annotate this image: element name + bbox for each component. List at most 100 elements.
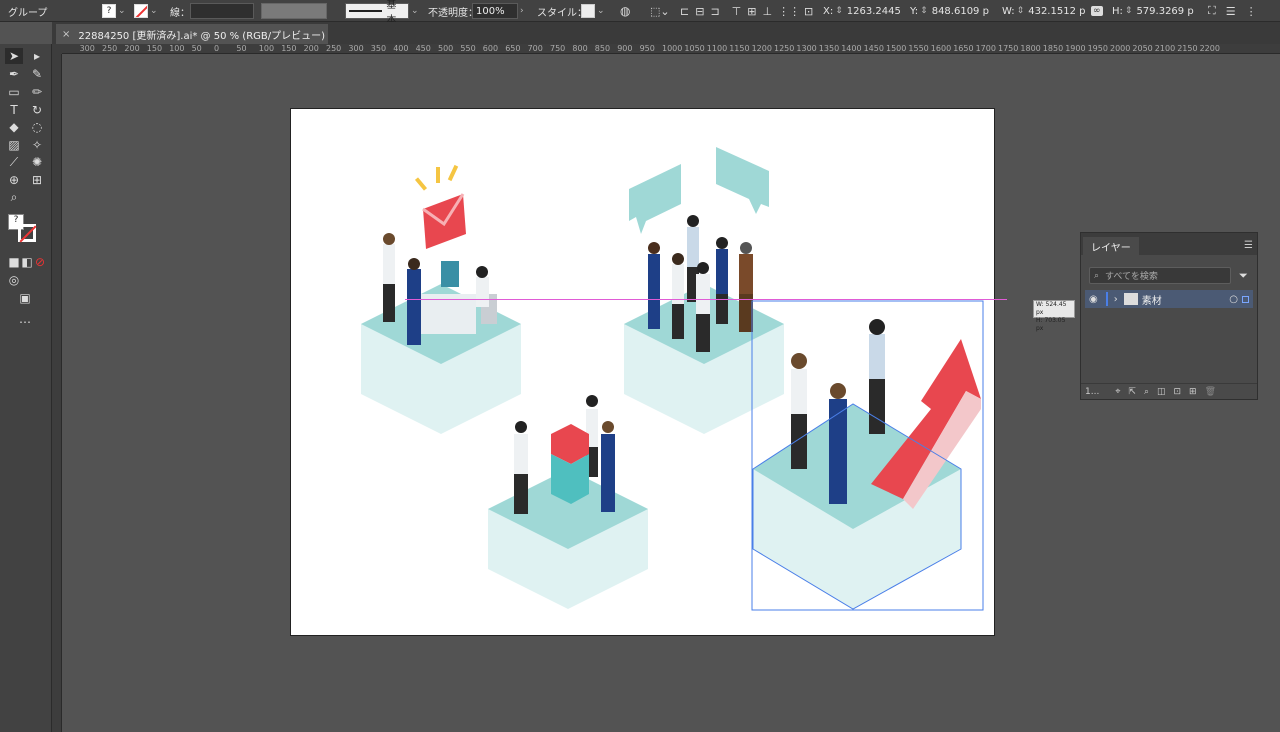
ruler-tick-label: 150 xyxy=(281,44,297,53)
align-middle-v-icon[interactable]: ⊞ xyxy=(747,5,756,18)
tooltip-width: W: 524.45 px xyxy=(1036,301,1067,316)
distribute-icon[interactable]: ⋮⋮ xyxy=(778,5,800,18)
layer-row[interactable]: ◉ › 素材 ○ xyxy=(1085,290,1253,308)
gradient-tool-icon[interactable]: ▨ xyxy=(5,137,23,153)
ruler-tick-label: 250 xyxy=(326,44,342,53)
symbol-sprayer-tool-icon[interactable]: ✺ xyxy=(28,154,46,170)
more-icon[interactable]: ⋮ xyxy=(1246,5,1257,18)
reference-point-icon[interactable]: ⊡ xyxy=(804,5,813,18)
none-mode-icon[interactable]: ⊘ xyxy=(31,254,49,270)
search-placeholder: すべてを検索 xyxy=(1105,272,1158,282)
ruler-tick-label: 1250 xyxy=(774,44,795,53)
tab-layers[interactable]: レイヤー xyxy=(1083,237,1139,255)
eraser-tool-icon[interactable]: ◆ xyxy=(5,119,23,135)
locate-object-icon[interactable]: ⌖ xyxy=(1115,387,1120,397)
draw-mode-icon[interactable]: ◎ xyxy=(5,272,23,288)
search-icon: ⌕ xyxy=(1094,270,1100,281)
document-tab[interactable]: × 22884250 [更新済み].ai* @ 50 % (RGB/プレビュー) xyxy=(56,24,328,44)
align-top-icon[interactable]: ⊤ xyxy=(732,5,742,18)
puppet-warp-tool-icon[interactable]: ✧ xyxy=(28,137,46,153)
h-field[interactable]: 579.3269 p xyxy=(1136,6,1193,17)
direct-selection-tool-icon[interactable]: ▸ xyxy=(28,48,46,64)
ruler-tick-label: 1100 xyxy=(706,44,728,53)
variable-width-dropdown[interactable] xyxy=(261,3,327,19)
selection-tool-icon[interactable]: ➤ xyxy=(5,48,23,64)
lasso-tool-icon[interactable]: ◌ xyxy=(28,119,46,135)
transform-icon[interactable]: ⬚⌄ xyxy=(650,5,670,18)
screen-mode-icon[interactable]: ▣ xyxy=(16,290,34,306)
eyedropper-tool-icon[interactable]: ⟋ xyxy=(5,154,23,170)
clipping-mask-icon[interactable]: ◫ xyxy=(1157,387,1166,397)
chevron-down-icon[interactable]: ⌄ xyxy=(411,6,419,16)
filter-icon[interactable]: ⏷ xyxy=(1239,269,1248,283)
layers-panel: レイヤー ☰ ⌕ すべてを検索 ⏷ ◉ › 素材 ○ 1... ⌖ ⇱ ⌕ ◫ … xyxy=(1080,232,1258,400)
more-tools-icon[interactable]: ⋯ xyxy=(16,314,34,330)
x-field[interactable]: 1263.2445 xyxy=(847,6,901,17)
export-icon[interactable]: ⇱ xyxy=(1128,387,1136,397)
stepper-icon[interactable]: ⇕ xyxy=(920,6,928,16)
isolate-icon[interactable]: ⛶ xyxy=(1208,4,1216,18)
fill-stroke-swatches[interactable]: ? xyxy=(6,212,46,248)
ruler-tick-label: 200 xyxy=(124,44,140,53)
panel-menu-icon[interactable]: ☰ xyxy=(1244,240,1253,251)
chevron-down-icon[interactable]: ⌄ xyxy=(597,6,605,16)
ruler-tick-label: 1400 xyxy=(841,44,862,53)
curvature-tool-icon[interactable]: ✎ xyxy=(28,66,46,82)
w-field[interactable]: 432.1512 p xyxy=(1028,6,1085,17)
ruler-tick-label: 2050 xyxy=(1132,44,1153,53)
ruler-tick-label: 100 xyxy=(258,44,275,53)
chevron-right-icon[interactable]: › xyxy=(520,6,524,16)
zoom-tool-icon[interactable]: ⌕ xyxy=(5,189,23,205)
layer-name[interactable]: 素材 xyxy=(1142,292,1162,307)
fill-swatch[interactable]: ? xyxy=(102,4,116,18)
close-icon[interactable]: × xyxy=(62,29,70,40)
ruler-tick-label: 1300 xyxy=(796,44,817,53)
stroke-swatch[interactable] xyxy=(134,4,148,18)
selected-art-indicator[interactable] xyxy=(1242,295,1249,303)
new-sublayer-icon[interactable]: ⊡ xyxy=(1174,387,1182,397)
w-label: W: xyxy=(1002,5,1015,17)
recolor-icon[interactable]: ◍ xyxy=(620,4,630,18)
selection-type-label: グループ xyxy=(8,7,48,19)
chevron-down-icon[interactable]: ⌄ xyxy=(150,6,158,16)
rectangle-tool-icon[interactable]: ▭ xyxy=(5,84,23,100)
new-layer-icon[interactable]: ⊞ xyxy=(1189,387,1197,397)
type-tool-icon[interactable]: T xyxy=(5,102,23,118)
shape-builder-tool-icon[interactable]: ⊕ xyxy=(5,172,23,188)
layers-search-input[interactable]: ⌕ すべてを検索 xyxy=(1089,267,1231,284)
artboard-tool-icon[interactable]: ⊞ xyxy=(28,172,46,188)
align-right-icon[interactable]: ⊐ xyxy=(710,5,719,18)
ruler-tick-label: 300 xyxy=(348,44,364,53)
chevron-down-icon[interactable]: ⌄ xyxy=(118,6,126,16)
paintbrush-tool-icon[interactable]: ✏ xyxy=(28,84,46,100)
ruler-tick-label: 1350 xyxy=(818,44,840,53)
ruler-tick-label: 800 xyxy=(572,44,588,53)
align-bottom-icon[interactable]: ⊥ xyxy=(762,5,772,18)
ruler-tick-label: 1900 xyxy=(1065,44,1086,53)
visibility-eye-icon[interactable]: ◉ xyxy=(1089,294,1098,305)
y-field[interactable]: 848.6109 p xyxy=(932,6,989,17)
ruler-tick-label: 100 xyxy=(169,44,185,53)
link-icon[interactable]: ∞ xyxy=(1091,6,1103,16)
artboard[interactable] xyxy=(290,108,995,636)
stepper-icon[interactable]: ⇕ xyxy=(835,6,843,16)
pen-tool-icon[interactable]: ✒ xyxy=(5,66,23,82)
ruler-tick-label: 250 xyxy=(102,44,118,53)
graphic-style-swatch[interactable] xyxy=(581,4,595,18)
stepper-icon[interactable]: ⇕ xyxy=(1017,6,1025,16)
expand-chevron-icon[interactable]: › xyxy=(1114,294,1118,305)
smart-guide-line xyxy=(405,299,1007,300)
align-center-h-icon[interactable]: ⊟ xyxy=(695,5,704,18)
brush-definition-dropdown[interactable]: 基本 xyxy=(345,0,409,26)
align-left-icon[interactable]: ⊏ xyxy=(680,5,689,18)
target-icon[interactable]: ○ xyxy=(1229,294,1238,305)
rotate-tool-icon[interactable]: ↻ xyxy=(28,102,46,118)
panel-menu-icon[interactable]: ☰ xyxy=(1226,5,1236,18)
delete-icon[interactable]: 🗑 xyxy=(1205,387,1216,397)
layer-count: 1... xyxy=(1085,386,1100,397)
stepper-icon[interactable]: ⇕ xyxy=(1125,6,1133,16)
stroke-weight-field[interactable] xyxy=(190,3,254,19)
search-icon[interactable]: ⌕ xyxy=(1144,387,1149,397)
opacity-field[interactable]: 100% xyxy=(472,3,518,19)
document-tab-bar: × 22884250 [更新済み].ai* @ 50 % (RGB/プレビュー) xyxy=(52,22,1280,44)
